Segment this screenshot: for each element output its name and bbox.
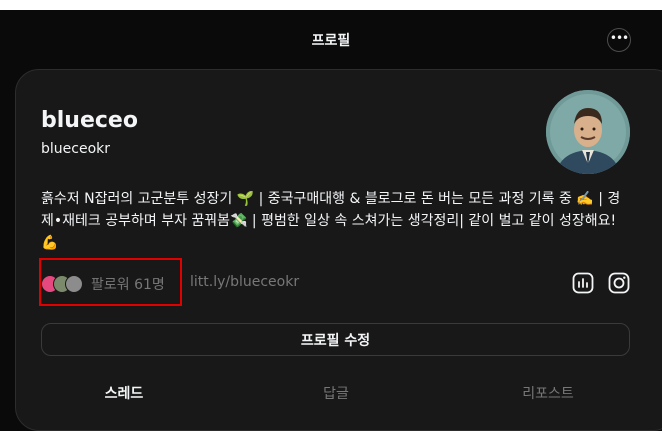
profile-link[interactable]: litt.ly/blueceokr — [190, 274, 299, 290]
avatar[interactable] — [546, 90, 630, 174]
more-icon: ••• — [609, 31, 629, 45]
more-button[interactable]: ••• — [607, 28, 631, 52]
instagram-button[interactable] — [608, 272, 630, 294]
profile-bio: 흙수저 N잡러의 고군분투 성장기 🌱 | 중국구매대행 & 블로그로 돈 버는… — [41, 191, 621, 251]
instagram-icon — [608, 272, 630, 294]
tab-replies[interactable]: 답글 — [276, 383, 396, 403]
insights-button[interactable] — [572, 272, 594, 294]
edit-profile-button[interactable]: 프로필 수정 — [41, 323, 630, 356]
top-strip — [0, 0, 662, 10]
insights-icon — [572, 272, 594, 294]
page-title: 프로필 — [311, 33, 351, 49]
profile-handle[interactable]: blueceokr — [41, 141, 110, 157]
highlight-box — [39, 258, 182, 306]
tab-reposts[interactable]: 리포스트 — [488, 383, 608, 403]
tab-threads[interactable]: 스레드 — [64, 383, 184, 403]
profile-name: blueceo — [41, 108, 138, 133]
